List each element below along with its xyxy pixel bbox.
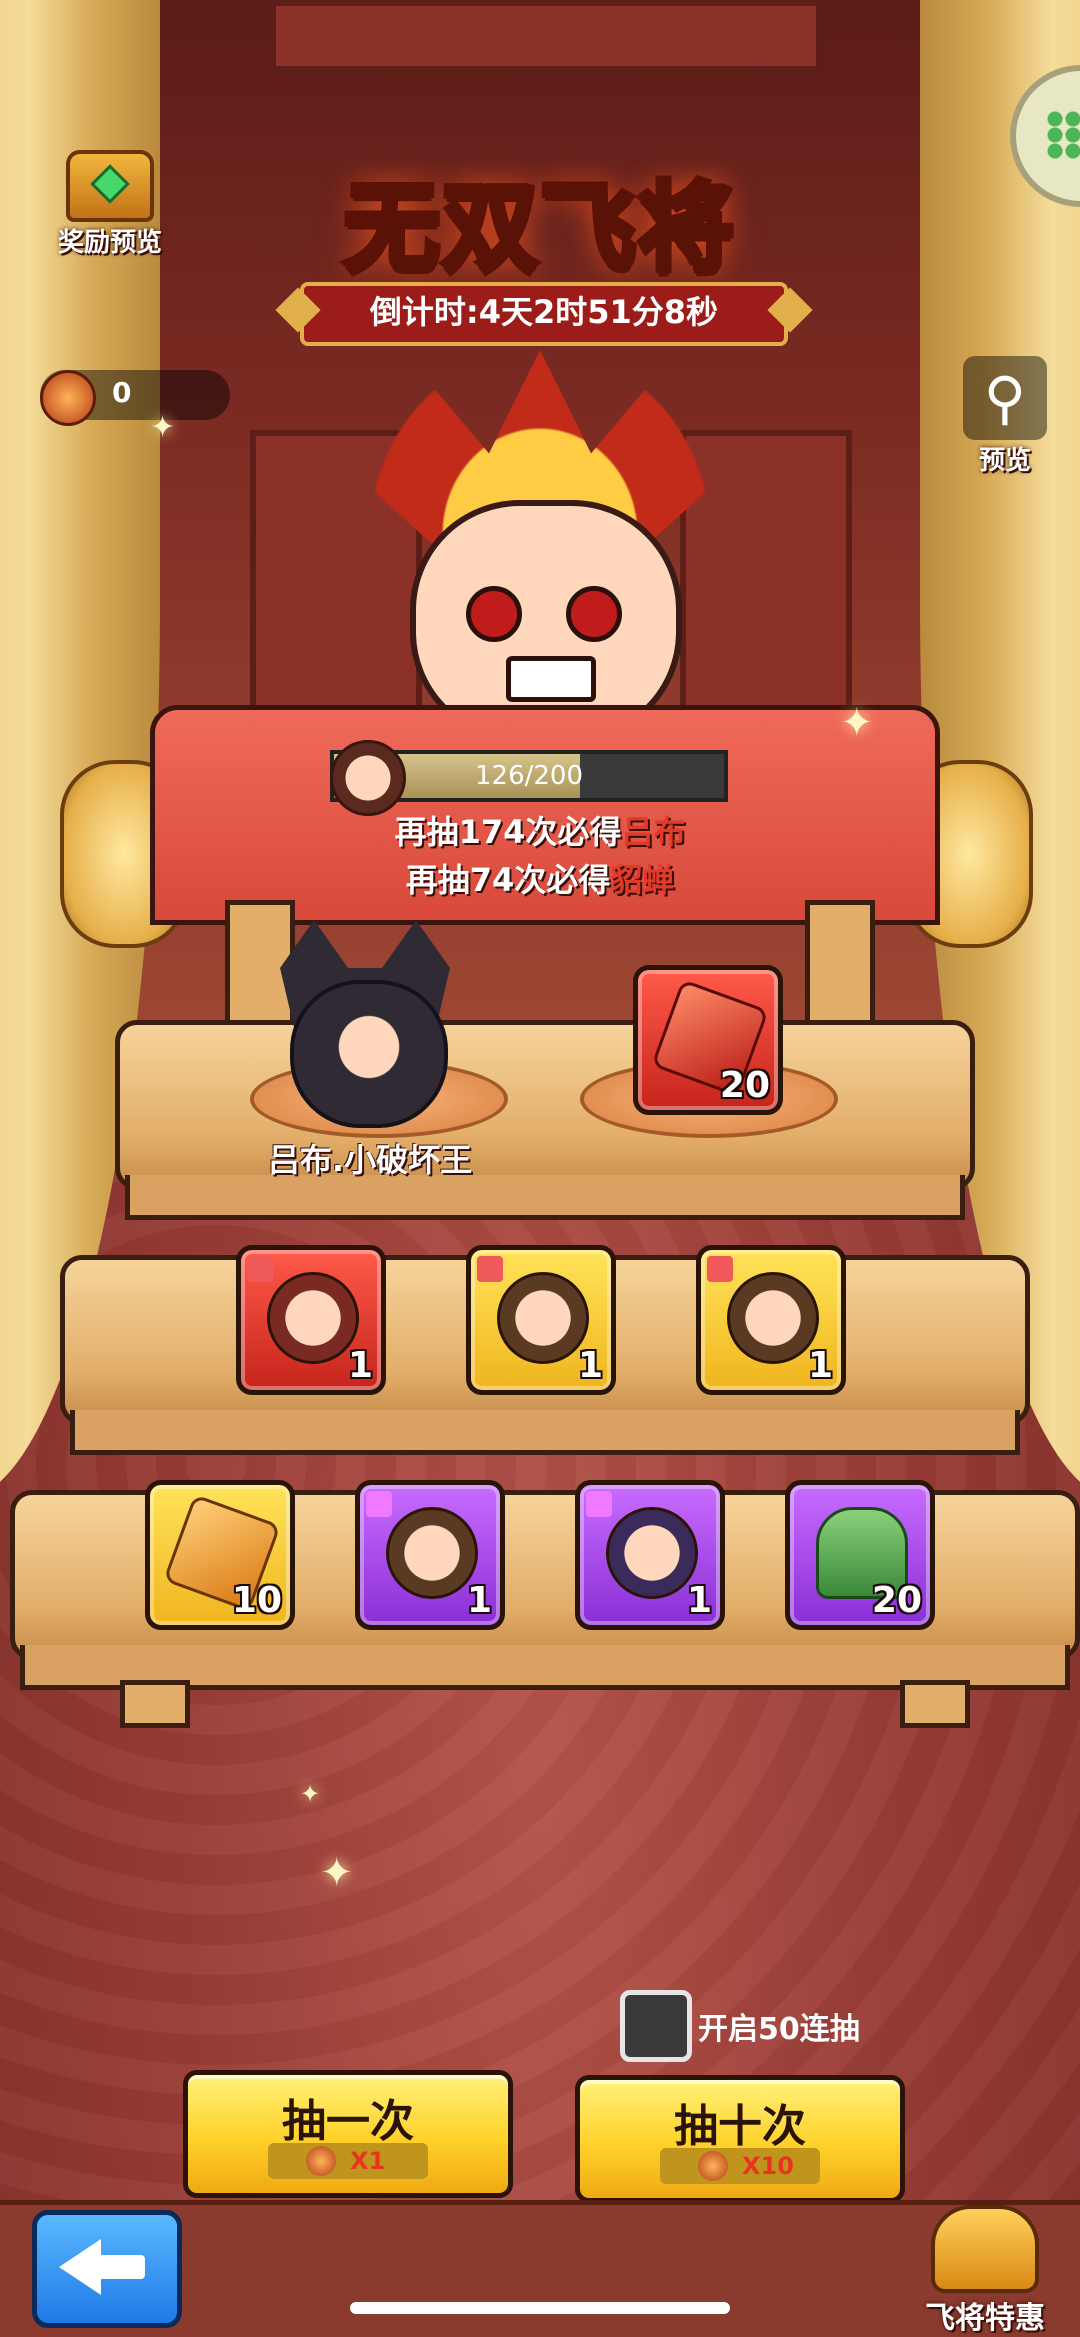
puzzle-piece-icon [247,1256,273,1282]
diaochan-avatar [330,740,406,816]
featured-character-name: 吕布.小破坏王 [267,1141,473,1179]
ceiling-beam [270,0,822,72]
fifty-draw-checkbox[interactable] [620,1990,692,2062]
reward-count: 1 [807,1345,833,1386]
reward-card[interactable]: 10 [145,1480,295,1630]
event-title: 无双飞将 [341,169,737,287]
puzzle-piece-icon [366,1491,392,1517]
pity-line-2: 再抽74次必得貂蝉 [405,861,675,899]
shelf-middle-front [70,1410,1020,1455]
preview-button[interactable]: ⚲ 预览 [955,356,1055,477]
sparkle-decoration: ✦ [320,1850,354,1896]
reward-card[interactable]: 1 [355,1480,505,1630]
reward-card[interactable]: 1 [236,1245,386,1395]
reward-count: 1 [347,1345,373,1386]
face2-icon [497,1272,589,1364]
reward-count: 20 [871,1580,922,1621]
pity-hero-1: 吕布 [621,813,686,851]
sparkle-decoration: ✦ [150,410,176,445]
draw-ten-cost-text: X10 [742,2152,794,2180]
face1-icon [267,1272,359,1364]
draw-ten-cost: X10 [660,2148,820,2184]
face3-icon [606,1507,698,1599]
treasure-bag-icon [931,2205,1039,2293]
draw-ten-button[interactable]: 抽十次 X10 [575,2075,905,2203]
item-count: 20 [719,1065,770,1106]
reward-count: 1 [686,1580,712,1621]
shelf-leg [900,1680,970,1728]
draw-once-cost: X1 [268,2143,428,2179]
pity-hero-2: 貂蝉 [610,861,675,899]
currency-value: 0 [112,376,132,409]
puzzle-piece-icon [586,1491,612,1517]
draw-token-icon [698,2151,728,2181]
reward-card[interactable]: 1 [696,1245,846,1395]
reward-count: 10 [231,1580,282,1621]
sparkle-decoration: ✦ [300,1780,321,1808]
face2-icon [727,1272,819,1364]
featured-character[interactable] [260,920,470,1128]
back-button[interactable] [32,2210,182,2328]
draw-ten-label: 抽十次 [674,2101,806,2152]
sparkle-decoration: ✦ [840,700,874,746]
fifty-draw-label: 开启50连抽 [698,2012,860,2047]
pity-info: 再抽174次必得吕布 再抽74次必得貂蝉 [300,808,780,904]
featured-item-card[interactable]: 20 [633,965,783,1115]
event-title-banner: 无双飞将 [300,150,780,289]
special-offer-label: 飞将特惠 [925,2301,1045,2336]
face2-icon [386,1507,478,1599]
countdown-timer: 倒计时:4天2时51分8秒 [300,282,788,346]
special-offer-button[interactable]: 飞将特惠 [895,2205,1075,2337]
home-indicator[interactable] [350,2302,730,2314]
shelf-leg [120,1680,190,1728]
featured-hero-art [330,350,750,750]
reward-count: 1 [466,1580,492,1621]
treasure-chest-icon [66,150,154,222]
magnifier-icon: ⚲ [963,356,1047,440]
reward-card[interactable]: 1 [466,1245,616,1395]
reward-count: 1 [577,1345,603,1386]
puzzle-piece-icon [707,1256,733,1282]
draw-once-label: 抽一次 [282,2096,414,2147]
pity-line-1: 再抽174次必得吕布 [394,813,686,851]
game-screen: 奖励预览 无双飞将 倒计时:4天2时51分8秒 0 ⚲ 预览 126/200 再… [0,0,1080,2337]
shelf-top-front [125,1175,965,1220]
draw-token-icon [306,2146,336,2176]
preview-label: 预览 [978,446,1031,476]
reward-preview-button[interactable]: 奖励预览 [40,150,180,259]
reward-preview-label: 奖励预览 [57,228,162,258]
draw-once-cost-text: X1 [350,2147,386,2175]
draw-once-button[interactable]: 抽一次 X1 [183,2070,513,2198]
grid-menu-icon [1046,111,1080,159]
currency-display: 0 [40,370,230,426]
puzzle-piece-icon [477,1256,503,1282]
reward-card[interactable]: 20 [785,1480,935,1630]
draw-token-icon [40,370,96,426]
reward-card[interactable]: 1 [575,1480,725,1630]
